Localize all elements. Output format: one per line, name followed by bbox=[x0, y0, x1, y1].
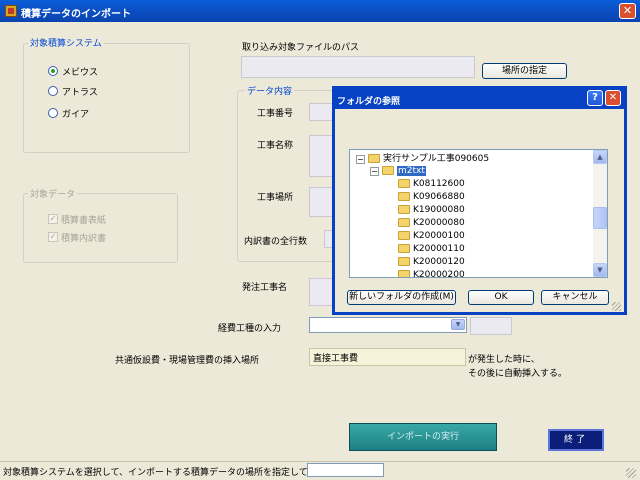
expense-type-label: 経費工種の入力 bbox=[218, 324, 282, 334]
window-close-button[interactable]: ✕ bbox=[619, 3, 636, 19]
koji-meisho-label: 工事名称 bbox=[257, 141, 294, 151]
expense-rate-field[interactable] bbox=[470, 317, 512, 335]
scroll-down-icon[interactable]: ▼ bbox=[593, 263, 607, 277]
resize-grip-icon[interactable] bbox=[626, 468, 636, 478]
data-group-legend: 対象データ bbox=[28, 187, 78, 200]
tree-item[interactable]: K20000200 bbox=[398, 269, 465, 277]
window-title: 積算データのインポート bbox=[21, 9, 131, 20]
checkbox-cover-sheet-label[interactable]: 積算書表紙 bbox=[61, 213, 106, 226]
tree-item[interactable]: K19000080 bbox=[398, 204, 465, 216]
checkbox-cover-sheet[interactable]: ✓ bbox=[48, 214, 58, 224]
browse-location-button[interactable]: 場所の指定 bbox=[482, 63, 567, 79]
folder-icon bbox=[398, 231, 410, 240]
scroll-up-icon[interactable]: ▲ bbox=[593, 150, 607, 164]
radio-atlas-label[interactable]: アトラス bbox=[62, 85, 98, 98]
tree-item[interactable]: K20000110 bbox=[398, 243, 465, 255]
order-name-label: 発注工事名 bbox=[242, 283, 288, 293]
collapse-icon[interactable]: − bbox=[356, 155, 365, 164]
radio-mebius[interactable] bbox=[48, 66, 58, 76]
radio-atlas[interactable] bbox=[48, 86, 58, 96]
tree-item-label[interactable]: K20000110 bbox=[413, 244, 465, 254]
status-field bbox=[307, 463, 384, 477]
collapse-icon[interactable]: − bbox=[370, 167, 379, 176]
insert-note-line1: が発生した時に、 bbox=[468, 355, 540, 365]
file-path-label: 取り込み対象ファイルのパス bbox=[242, 43, 360, 53]
scroll-thumb[interactable] bbox=[593, 207, 607, 229]
tree-item-label[interactable]: K20000120 bbox=[413, 257, 465, 267]
folder-icon bbox=[398, 179, 410, 188]
checkbox-breakdown[interactable]: ✓ bbox=[48, 232, 58, 242]
folder-icon bbox=[398, 218, 410, 227]
tree-item[interactable]: K20000120 bbox=[398, 256, 465, 268]
tree-root-label[interactable]: 実行サンプル工事090605 bbox=[383, 154, 489, 164]
open-folder-icon bbox=[382, 166, 394, 175]
koji-basho-label: 工事場所 bbox=[257, 193, 294, 203]
new-folder-button[interactable]: 新しいフォルダの作成(M) bbox=[347, 290, 456, 305]
file-path-input[interactable] bbox=[241, 56, 475, 78]
insert-location-input[interactable]: 直接工事費 bbox=[309, 348, 466, 366]
system-group bbox=[23, 43, 190, 153]
end-button[interactable]: 終了 bbox=[548, 429, 604, 451]
tree-item-label[interactable]: K09066880 bbox=[413, 192, 465, 202]
folder-icon bbox=[398, 270, 410, 277]
import-execute-button[interactable]: インポートの実行 bbox=[349, 423, 497, 451]
tree-item-label[interactable]: K20000100 bbox=[413, 231, 465, 241]
row-count-label: 内訳書の全行数 bbox=[244, 237, 308, 247]
status-text: 対象積算システムを選択して、インポートする積算データの場所を指定して下さい。 bbox=[3, 468, 344, 478]
radio-gaia-label[interactable]: ガイア bbox=[62, 107, 89, 120]
tree-item-label[interactable]: K20000200 bbox=[413, 270, 465, 277]
cancel-button[interactable]: キャンセル bbox=[541, 290, 609, 305]
koji-bango-label: 工事番号 bbox=[257, 109, 294, 119]
insert-location-label: 共通仮設費・現場管理費の挿入場所 bbox=[115, 356, 260, 366]
tree-item-label[interactable]: K08112600 bbox=[413, 179, 465, 189]
folder-icon bbox=[398, 205, 410, 214]
folder-icon bbox=[368, 154, 380, 163]
tree-item-label[interactable]: K19000080 bbox=[413, 205, 465, 215]
folder-icon bbox=[398, 257, 410, 266]
checkbox-breakdown-label[interactable]: 積算内訳書 bbox=[61, 231, 106, 244]
tree-item[interactable]: K20000100 bbox=[398, 230, 465, 242]
folder-dialog-help-button[interactable]: ? bbox=[587, 90, 603, 106]
expense-type-combo[interactable] bbox=[309, 317, 467, 333]
expense-type-dropdown-icon[interactable]: ▼ bbox=[451, 319, 465, 330]
folder-dialog-close-button[interactable]: ✕ bbox=[605, 90, 621, 106]
folder-tree[interactable]: − 実行サンプル工事090605 − m2txt K08112600 K0906… bbox=[349, 149, 608, 278]
radio-gaia[interactable] bbox=[48, 108, 58, 118]
tree-item[interactable]: K08112600 bbox=[398, 178, 465, 190]
system-group-legend: 対象積算システム bbox=[28, 36, 104, 49]
folder-dialog-title: フォルダの参照 bbox=[337, 97, 401, 107]
radio-mebius-label[interactable]: メビウス bbox=[62, 65, 98, 78]
folder-icon bbox=[398, 244, 410, 253]
tree-selected-label[interactable]: m2txt bbox=[397, 166, 426, 176]
folder-icon bbox=[398, 192, 410, 201]
ok-button[interactable]: OK bbox=[468, 290, 534, 305]
dialog-resize-grip-icon[interactable] bbox=[612, 302, 621, 311]
tree-selected-row[interactable]: − m2txt bbox=[370, 165, 426, 177]
data-group bbox=[23, 193, 178, 263]
tree-root-row[interactable]: − 実行サンプル工事090605 bbox=[356, 153, 489, 165]
data-content-legend: データ内容 bbox=[245, 84, 295, 97]
insert-note-line2: その後に自動挿入する。 bbox=[468, 369, 568, 379]
app-icon bbox=[5, 5, 17, 17]
tree-item[interactable]: K20000080 bbox=[398, 217, 465, 229]
tree-item-label[interactable]: K20000080 bbox=[413, 218, 465, 228]
tree-item[interactable]: K09066880 bbox=[398, 191, 465, 203]
